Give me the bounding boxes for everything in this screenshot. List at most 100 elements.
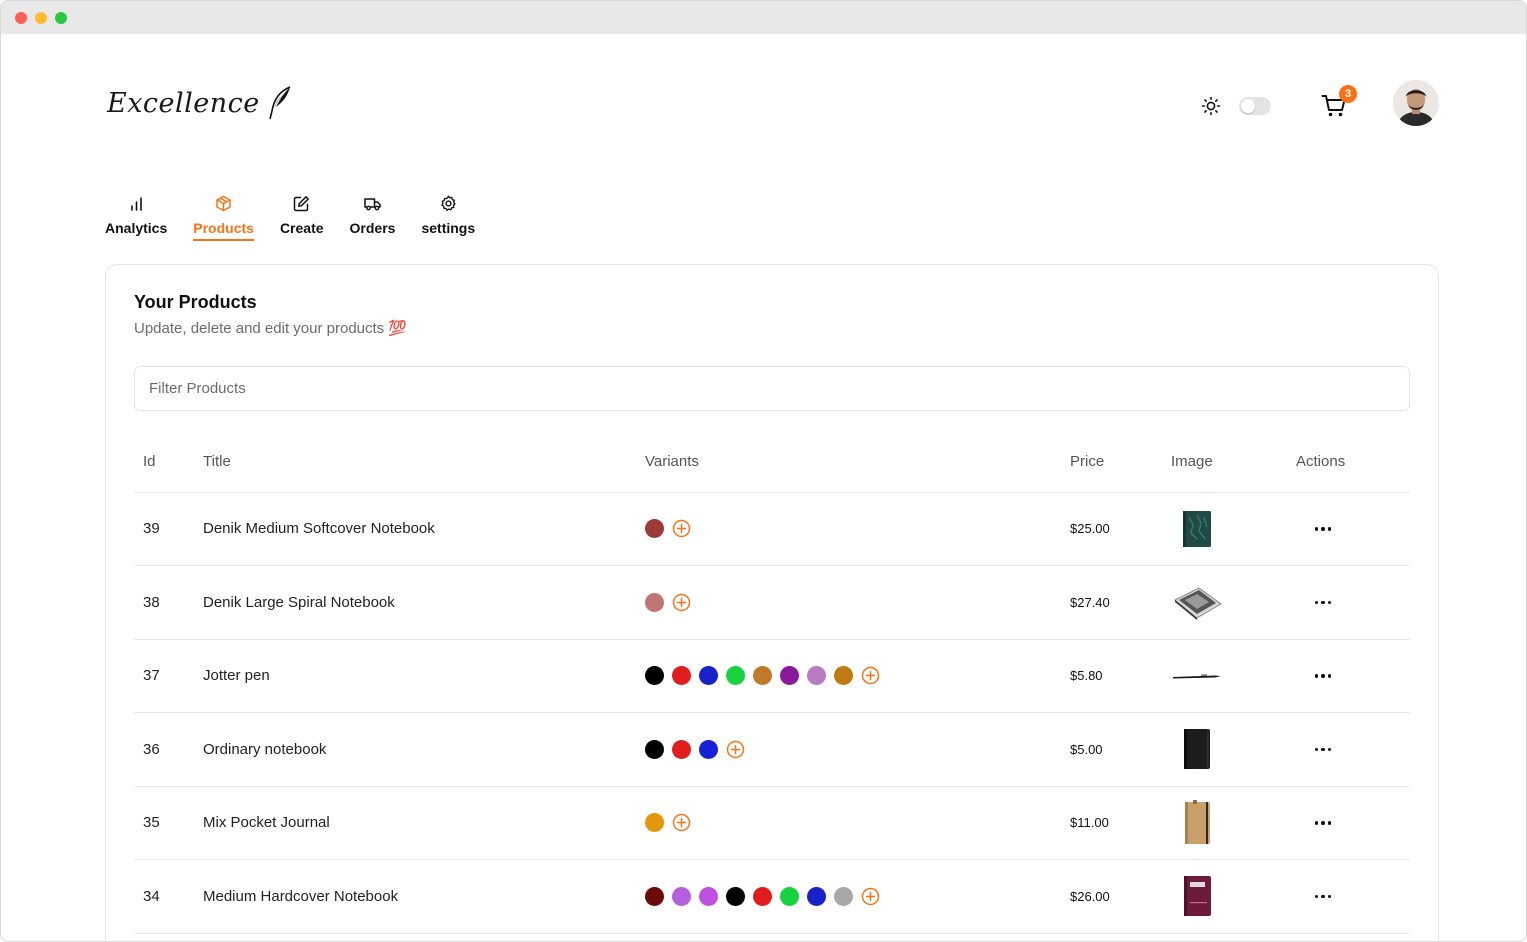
product-price: $25.00 bbox=[1070, 492, 1171, 566]
variant-color-swatch[interactable] bbox=[753, 886, 772, 906]
kraft-journal-thumbnail bbox=[1171, 799, 1223, 847]
column-header-price[interactable]: Price bbox=[1070, 432, 1171, 493]
tab-analytics[interactable]: Analytics bbox=[105, 195, 167, 241]
actions-cell bbox=[1296, 565, 1410, 640]
actions-cell bbox=[1296, 786, 1410, 860]
add-variant-icon[interactable] bbox=[672, 519, 691, 538]
variant-color-swatch[interactable] bbox=[834, 886, 853, 906]
more-actions-button[interactable] bbox=[1306, 592, 1340, 612]
gear-icon bbox=[441, 195, 456, 211]
green-notebook-image bbox=[1183, 510, 1211, 547]
more-actions-button[interactable] bbox=[1306, 519, 1340, 539]
green-notebook-thumbnail bbox=[1171, 505, 1223, 553]
table-row: 38 Denik Large Spiral Notebook $27.40 bbox=[134, 565, 1410, 640]
more-actions-button[interactable] bbox=[1306, 886, 1340, 906]
bar-chart-icon bbox=[130, 197, 142, 211]
tab-create[interactable]: Create bbox=[280, 195, 324, 241]
sun-icon[interactable] bbox=[1201, 96, 1221, 116]
close-window-button[interactable] bbox=[15, 11, 27, 24]
quill-icon bbox=[269, 86, 291, 120]
variant-color-swatch[interactable] bbox=[645, 886, 664, 906]
table-row: 34 Medium Hardcover Notebook $26.00 bbox=[134, 859, 1410, 934]
spiral-notebook-thumbnail bbox=[1171, 578, 1223, 626]
variant-color-swatch[interactable] bbox=[672, 739, 691, 759]
add-variant-icon[interactable] bbox=[861, 887, 880, 906]
nav-tabs: Analytics Products Create Orders setting… bbox=[105, 195, 501, 241]
variants-cell bbox=[645, 492, 1070, 566]
variants-cell bbox=[645, 565, 1070, 640]
variant-color-swatch[interactable] bbox=[726, 886, 745, 906]
tab-products[interactable]: Products bbox=[193, 195, 254, 241]
tab-settings[interactable]: settings bbox=[421, 195, 475, 241]
add-variant-icon[interactable] bbox=[726, 740, 745, 759]
theme-toggle[interactable] bbox=[1239, 97, 1271, 115]
pen-thumbnail bbox=[1171, 652, 1223, 700]
more-actions-button[interactable] bbox=[1306, 739, 1340, 759]
cart-button[interactable]: 3 bbox=[1321, 85, 1357, 121]
variant-color-swatch[interactable] bbox=[699, 886, 718, 906]
tab-label: Orders bbox=[349, 220, 396, 236]
product-title: Denik Medium Softcover Notebook bbox=[203, 492, 645, 566]
variant-color-swatch[interactable] bbox=[753, 666, 772, 686]
variant-color-swatch[interactable] bbox=[807, 886, 826, 906]
avatar-image bbox=[1393, 80, 1439, 126]
product-id: 34 bbox=[134, 859, 203, 934]
variant-color-swatch[interactable] bbox=[645, 666, 664, 686]
variant-color-swatch[interactable] bbox=[699, 739, 718, 759]
variant-color-swatch[interactable] bbox=[699, 666, 718, 686]
header-actions: 3 bbox=[1197, 79, 1441, 127]
add-variant-icon[interactable] bbox=[861, 666, 880, 685]
kraft-journal-image bbox=[1185, 799, 1210, 844]
variant-swatches bbox=[645, 739, 1070, 759]
variant-color-swatch[interactable] bbox=[645, 739, 664, 759]
variants-cell bbox=[645, 786, 1070, 860]
table-row: 39 Denik Medium Softcover Notebook $25.0… bbox=[134, 492, 1410, 566]
tab-label: Products bbox=[193, 220, 254, 241]
column-header-variants[interactable]: Variants bbox=[645, 432, 1070, 493]
add-variant-icon[interactable] bbox=[672, 593, 691, 612]
variant-color-swatch[interactable] bbox=[672, 886, 691, 906]
brand-logo[interactable]: Excellence bbox=[107, 85, 294, 121]
filter-products-input[interactable] bbox=[134, 366, 1410, 411]
image-cell bbox=[1171, 639, 1296, 713]
window-titlebar bbox=[1, 1, 1526, 34]
variant-color-swatch[interactable] bbox=[645, 592, 664, 612]
app-window: Excellence 3 Analytics Products Create O… bbox=[0, 0, 1527, 942]
variant-color-swatch[interactable] bbox=[672, 666, 691, 686]
column-header-actions: Actions bbox=[1296, 432, 1410, 493]
edit-icon bbox=[293, 196, 310, 212]
product-title: Ordinary notebook bbox=[203, 712, 645, 787]
variant-color-swatch[interactable] bbox=[726, 666, 745, 686]
cart-count-badge: 3 bbox=[1339, 85, 1357, 103]
add-variant-icon[interactable] bbox=[672, 813, 691, 832]
variant-color-swatch[interactable] bbox=[645, 813, 664, 833]
column-header-image: Image bbox=[1171, 432, 1296, 493]
pen-image bbox=[1173, 674, 1221, 679]
column-header-id[interactable]: Id bbox=[134, 432, 203, 493]
burgundy-notebook-image bbox=[1184, 876, 1211, 917]
column-header-title[interactable]: Title bbox=[203, 432, 645, 493]
variant-color-swatch[interactable] bbox=[834, 666, 853, 686]
variant-color-swatch[interactable] bbox=[780, 886, 799, 906]
image-cell bbox=[1171, 712, 1296, 787]
variants-cell bbox=[645, 639, 1070, 713]
tab-orders[interactable]: Orders bbox=[349, 195, 396, 241]
product-price: $5.00 bbox=[1070, 712, 1171, 787]
maximize-window-button[interactable] bbox=[55, 11, 67, 24]
tab-label: settings bbox=[421, 220, 476, 236]
product-price: $26.00 bbox=[1070, 859, 1171, 934]
product-title: Denik Large Spiral Notebook bbox=[203, 565, 645, 640]
minimize-window-button[interactable] bbox=[35, 11, 47, 24]
product-price: $27.40 bbox=[1070, 565, 1171, 640]
user-avatar[interactable] bbox=[1393, 80, 1439, 126]
variant-color-swatch[interactable] bbox=[780, 666, 799, 686]
product-title: Jotter pen bbox=[203, 639, 645, 713]
variant-color-swatch[interactable] bbox=[807, 666, 826, 686]
variant-color-swatch[interactable] bbox=[645, 519, 664, 539]
variant-swatches bbox=[645, 592, 1070, 612]
table-row: 37 Jotter pen $5.80 bbox=[134, 639, 1410, 713]
more-actions-button[interactable] bbox=[1306, 813, 1340, 833]
variants-cell bbox=[645, 859, 1070, 934]
logo-text: Excellence bbox=[107, 87, 260, 119]
more-actions-button[interactable] bbox=[1306, 666, 1340, 686]
